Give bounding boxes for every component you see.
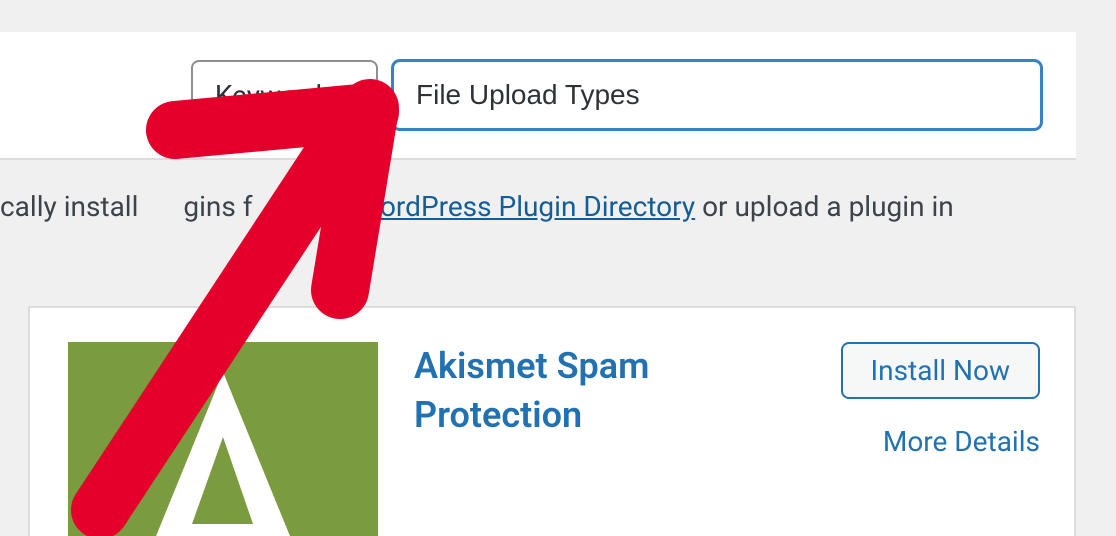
search-type-label: Keyword [215, 79, 322, 112]
instruction-fragment: gins f [183, 190, 252, 223]
install-instruction-text: cally install plugins from the WordPress… [0, 186, 1076, 228]
plugin-search-input[interactable] [392, 60, 1042, 130]
plugin-actions: Install Now More Details [841, 342, 1040, 458]
more-details-link[interactable]: More Details [883, 425, 1040, 458]
plugin-search-bar: Keyword [0, 32, 1076, 160]
search-type-select[interactable]: Keyword [191, 60, 378, 130]
chevron-down-icon [338, 84, 360, 106]
install-now-button[interactable]: Install Now [841, 342, 1040, 399]
instruction-fragment: cally install [0, 190, 145, 223]
plugin-card: Akismet Spam Protection Install Now More… [28, 306, 1076, 536]
instruction-fragment: or upload a plugin in [695, 190, 954, 223]
plugin-name-link[interactable]: Akismet Spam Protection [414, 342, 654, 439]
instruction-fragment: e [334, 190, 356, 223]
plugin-directory-link[interactable]: WordPress Plugin Directory [356, 190, 696, 223]
plugin-icon-akismet [68, 342, 378, 536]
